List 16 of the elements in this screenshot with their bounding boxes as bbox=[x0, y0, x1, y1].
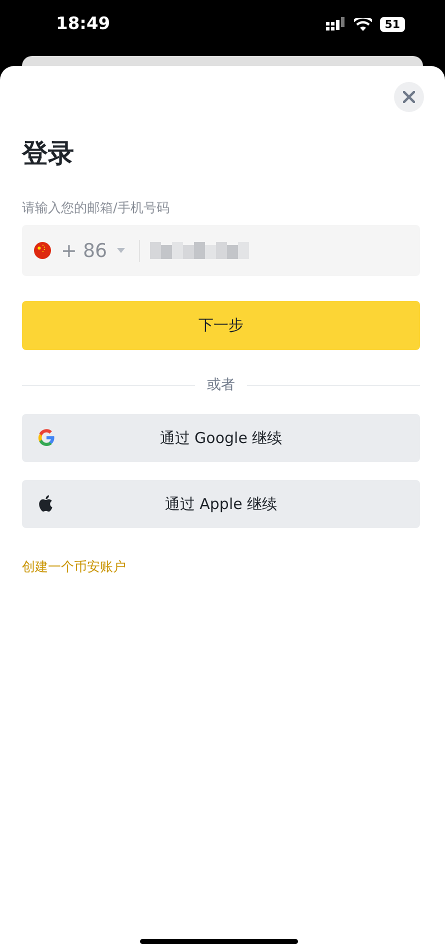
wifi-icon bbox=[354, 18, 372, 30]
google-signin-button[interactable]: 通过 Google 继续 bbox=[22, 414, 420, 462]
flag-icon bbox=[34, 242, 51, 259]
field-label: 请输入您的邮箱/手机号码 bbox=[22, 200, 170, 217]
next-button[interactable]: 下一步 bbox=[22, 301, 420, 350]
apple-icon bbox=[38, 495, 53, 512]
close-icon bbox=[403, 91, 415, 103]
signal-icon bbox=[326, 17, 346, 31]
dropdown-caret-icon bbox=[117, 248, 126, 253]
google-icon bbox=[38, 429, 55, 446]
divider-text: 或者 bbox=[207, 376, 235, 394]
status-time: 18:49 bbox=[56, 14, 112, 34]
close-button[interactable] bbox=[394, 82, 424, 112]
apple-signin-button[interactable]: 通过 Apple 继续 bbox=[22, 480, 420, 528]
login-title: 登录 bbox=[22, 138, 75, 171]
battery-level: 51 bbox=[380, 16, 405, 32]
